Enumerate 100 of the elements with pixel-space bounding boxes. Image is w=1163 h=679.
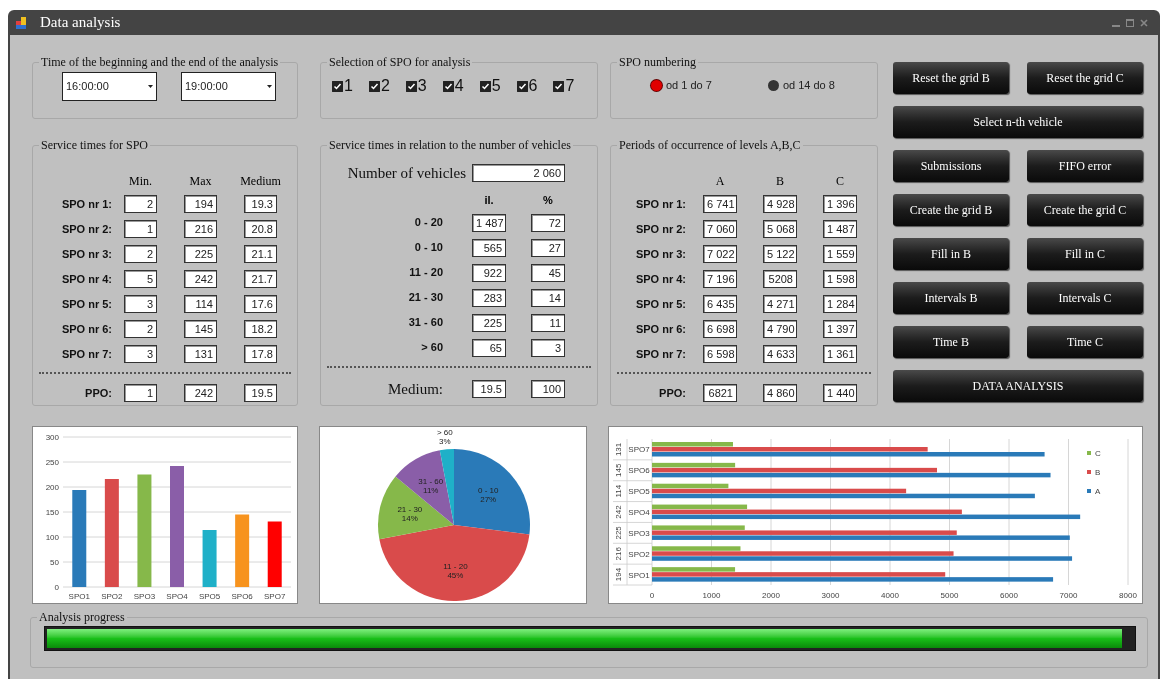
value-field[interactable]: 3 (124, 345, 157, 363)
action-button[interactable]: FIFO error (1027, 150, 1143, 182)
spo-checkbox[interactable]: 6 (516, 78, 538, 94)
value-field[interactable]: 72 (531, 213, 565, 232)
value-field[interactable]: 2 (124, 195, 157, 213)
value-field[interactable]: 114 (184, 295, 217, 313)
value-field[interactable]: 1 361 (823, 345, 857, 363)
value-field[interactable]: 19.5 (472, 379, 506, 398)
value-field[interactable]: 5 068 (763, 220, 797, 238)
value-field[interactable]: 20.8 (244, 220, 277, 238)
value-field[interactable]: 242 (184, 384, 217, 402)
value-field[interactable]: 21.7 (244, 270, 277, 288)
value-field[interactable]: 11 (531, 313, 565, 332)
value-field[interactable]: 242 (184, 270, 217, 288)
value-field[interactable]: 21.1 (244, 245, 277, 263)
value-field[interactable]: 17.6 (244, 295, 277, 313)
spo-checkbox[interactable]: 7 (553, 78, 575, 94)
value-field[interactable]: 6 435 (703, 295, 737, 313)
maximize-icon[interactable] (1126, 18, 1134, 27)
value-field[interactable]: 3 (531, 338, 565, 357)
value-field[interactable]: 1 559 (823, 245, 857, 263)
value-field[interactable]: 18.2 (244, 320, 277, 338)
value-field[interactable]: 19.5 (244, 384, 277, 402)
axis-label: 50 (50, 558, 59, 567)
value-field[interactable]: 1 (124, 220, 157, 238)
value-field[interactable]: 1 396 (823, 195, 857, 213)
value-field[interactable]: 2 (124, 320, 157, 338)
time-dropdown[interactable]: 19:00:00 (181, 72, 276, 101)
radio-option[interactable]: od 14 do 8 (767, 77, 835, 94)
value-field[interactable]: 17.8 (244, 345, 277, 363)
value-field[interactable]: 131 (184, 345, 217, 363)
value-field[interactable]: 1 397 (823, 320, 857, 338)
column-header: % (543, 192, 553, 207)
value-field[interactable]: 1 487 (472, 213, 506, 232)
spo-checkbox[interactable]: 5 (479, 78, 501, 94)
value-field[interactable]: 1 598 (823, 270, 857, 288)
spo-checkbox[interactable]: 4 (442, 78, 464, 94)
close-icon[interactable] (1140, 18, 1148, 27)
row-label: SPO nr 2: (634, 221, 686, 237)
action-button[interactable]: Submissions (893, 150, 1009, 182)
value-field[interactable]: 2 (124, 245, 157, 263)
action-button[interactable]: Fill in C (1027, 238, 1143, 270)
value-field[interactable]: 283 (472, 288, 506, 307)
group-title: Analysis progress (38, 610, 126, 624)
row-label: 31 - 60 (407, 315, 443, 331)
value-field[interactable]: 3 (124, 295, 157, 313)
value-field[interactable]: 145 (184, 320, 217, 338)
value-field[interactable]: 27 (531, 238, 565, 257)
value-field[interactable]: 6 598 (703, 345, 737, 363)
value-field[interactable]: 1 487 (823, 220, 857, 238)
value-field[interactable]: 4 633 (763, 345, 797, 363)
action-button[interactable]: Time C (1027, 326, 1143, 358)
action-button[interactable]: Reset the grid B (893, 62, 1009, 94)
value-field[interactable]: 6 698 (703, 320, 737, 338)
value-field[interactable]: 7 022 (703, 245, 737, 263)
value-field[interactable]: 1 (124, 384, 157, 402)
value-field[interactable]: 2 060 (472, 164, 565, 183)
value-field[interactable]: 7 060 (703, 220, 737, 238)
value-field[interactable]: 6821 (703, 384, 737, 402)
column-header: Max (189, 174, 212, 188)
value-field[interactable]: 65 (472, 338, 506, 357)
spo-checkbox[interactable]: 3 (405, 78, 427, 94)
axis-label: SPO4 (628, 508, 650, 517)
value-field[interactable]: 1 284 (823, 295, 857, 313)
value-field[interactable]: 19.3 (244, 195, 277, 213)
action-button[interactable]: Create the grid C (1027, 194, 1143, 226)
value-field[interactable]: 4 271 (763, 295, 797, 313)
action-button[interactable]: Intervals B (893, 282, 1009, 314)
action-button[interactable]: Intervals C (1027, 282, 1143, 314)
value-field[interactable]: 565 (472, 238, 506, 257)
value-field[interactable]: 4 790 (763, 320, 797, 338)
axis-label: 250 (45, 458, 59, 467)
action-button[interactable]: Fill in B (893, 238, 1009, 270)
value-field[interactable]: 4 860 (763, 384, 797, 402)
action-button[interactable]: Select n-th vehicle (893, 106, 1143, 138)
action-button[interactable]: DATA ANALYSIS (893, 370, 1143, 402)
axis-label: 200 (45, 483, 59, 492)
value-field[interactable]: 100 (531, 379, 565, 398)
spo-checkbox[interactable]: 1 (332, 78, 353, 94)
value-field[interactable]: 1 440 (823, 384, 857, 402)
radio-option[interactable]: od 1 do 7 (651, 77, 712, 94)
action-button[interactable]: Reset the grid C (1027, 62, 1143, 94)
value-field[interactable]: 225 (184, 245, 217, 263)
value-field[interactable]: 5 122 (763, 245, 797, 263)
value-field[interactable]: 922 (472, 263, 506, 282)
value-field[interactable]: 4 928 (763, 195, 797, 213)
value-field[interactable]: 5208 (763, 270, 797, 288)
value-field[interactable]: 216 (184, 220, 217, 238)
action-button[interactable]: Time B (893, 326, 1009, 358)
value-field[interactable]: 194 (184, 195, 217, 213)
action-button[interactable]: Create the grid B (893, 194, 1009, 226)
value-field[interactable]: 14 (531, 288, 565, 307)
value-field[interactable]: 225 (472, 313, 506, 332)
spo-checkbox[interactable]: 2 (368, 78, 390, 94)
value-field[interactable]: 45 (531, 263, 565, 282)
value-field[interactable]: 6 741 (703, 195, 737, 213)
value-field[interactable]: 7 196 (703, 270, 737, 288)
row-label: SPO nr 4: (634, 271, 686, 287)
value-field[interactable]: 5 (124, 270, 157, 288)
time-dropdown[interactable]: 16:00:00 (62, 72, 157, 101)
